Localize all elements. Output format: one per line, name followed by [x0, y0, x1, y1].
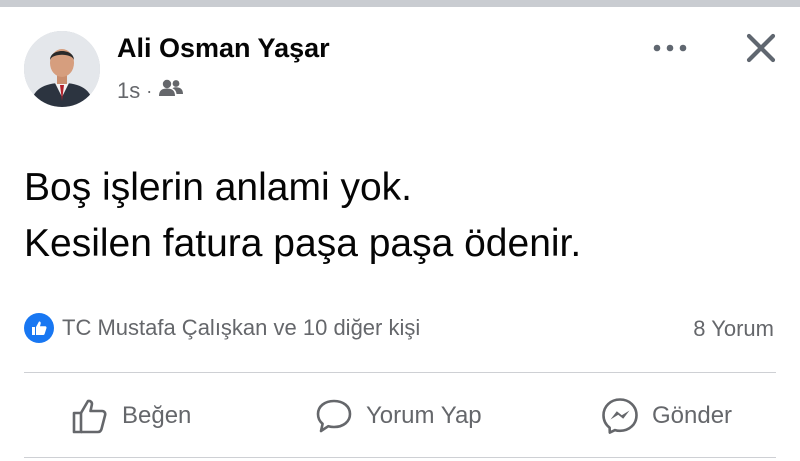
comment-count[interactable]: 8 Yorum — [693, 316, 774, 342]
thumbs-up-icon — [72, 399, 107, 433]
messenger-icon — [602, 397, 638, 434]
comment-label: Yorum Yap — [366, 401, 482, 429]
avatar-portrait — [24, 31, 100, 107]
post-text-line: Kesilen fatura paşa paşa ödenir. — [24, 222, 582, 265]
post-timestamp[interactable]: 1s — [117, 78, 140, 104]
like-label: Beğen — [122, 401, 192, 429]
reactions-summary[interactable]: TC Mustafa Çalışkan ve 10 diğer kişi — [24, 313, 420, 343]
reactions-text: TC Mustafa Çalışkan ve 10 diğer kişi — [62, 315, 421, 340]
post-body: Boş işlerin anlami yok. Kesilen fatura p… — [24, 160, 581, 272]
author-avatar[interactable] — [24, 31, 100, 107]
comment-icon — [316, 399, 352, 432]
divider — [24, 457, 776, 458]
close-button[interactable] — [740, 27, 782, 69]
post-actions: Beğen Yorum Yap Gönder — [0, 378, 800, 453]
top-separator-bar — [0, 0, 800, 7]
friends-icon[interactable] — [158, 78, 184, 104]
more-dots-icon — [653, 44, 687, 52]
send-label: Gönder — [652, 401, 733, 429]
meta-separator: · — [146, 80, 153, 101]
comment-button[interactable]: Yorum Yap — [314, 378, 482, 453]
post-text-line: Boş işlerin anlami yok. — [24, 166, 412, 209]
send-button[interactable]: Gönder — [600, 378, 732, 453]
close-icon — [746, 33, 776, 63]
post-meta: 1s · — [117, 78, 184, 104]
more-options-button[interactable] — [651, 36, 689, 60]
author-name[interactable]: Ali Osman Yaşar — [117, 33, 330, 64]
divider — [24, 372, 776, 373]
like-button[interactable]: Beğen — [70, 378, 191, 453]
like-icon — [24, 313, 54, 343]
